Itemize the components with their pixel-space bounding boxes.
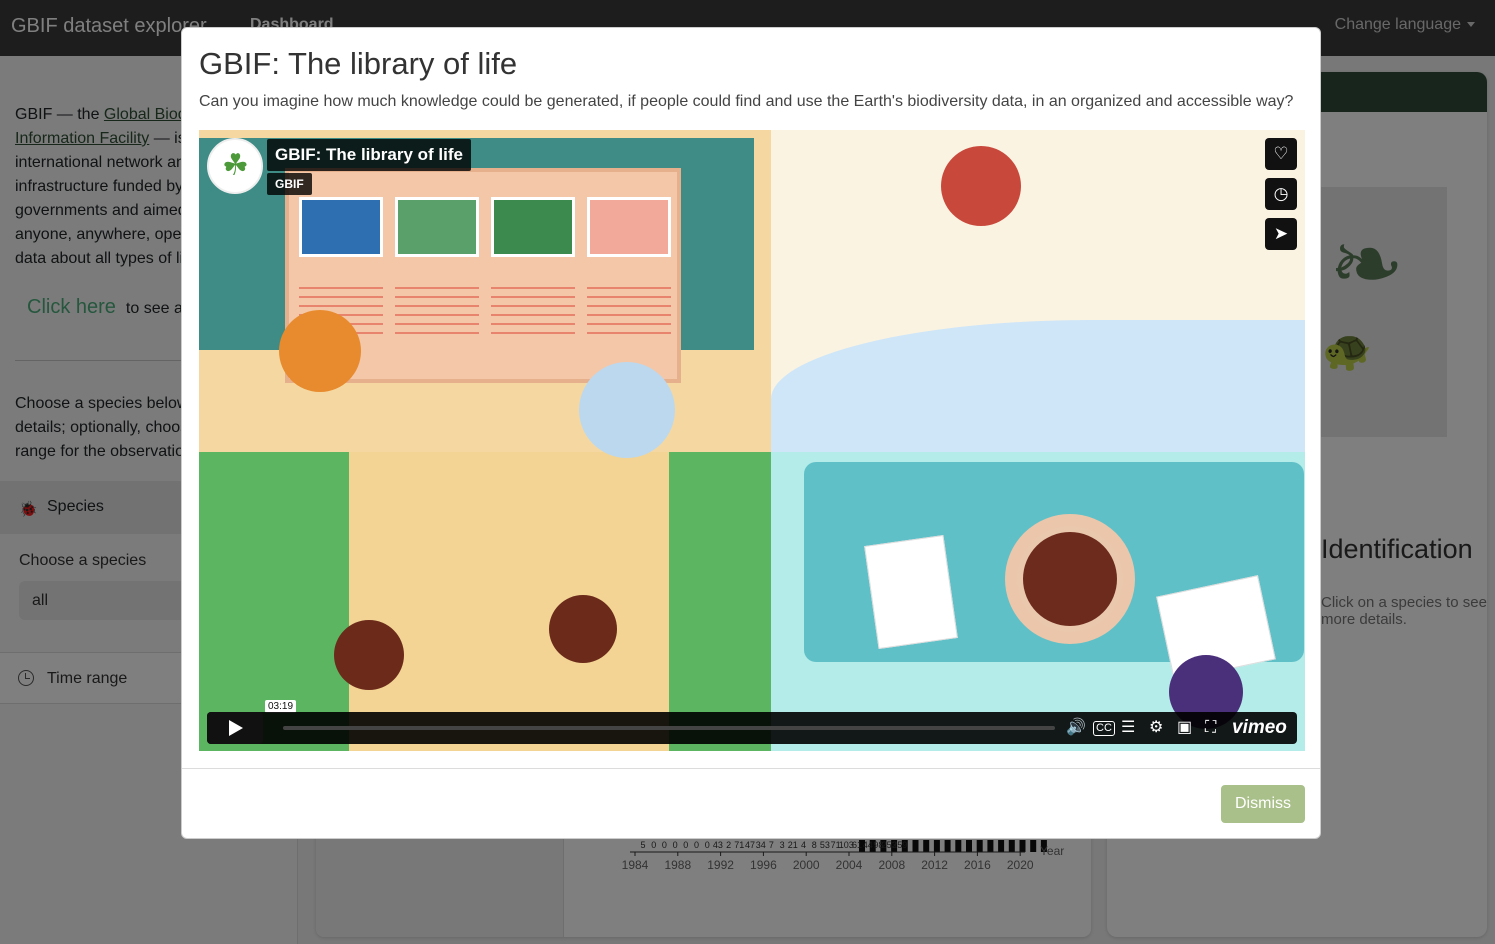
video-controls: 🔊 CC ☰ ⚙ ▣ ⛶ vimeo xyxy=(207,712,1297,744)
gbif-logo[interactable]: ☘ xyxy=(207,138,263,194)
video-grass xyxy=(669,452,771,751)
share-send-icon[interactable]: ➤ xyxy=(1265,218,1297,250)
volume-icon[interactable]: 🔊 xyxy=(1066,718,1086,738)
video-person xyxy=(334,620,404,690)
transcript-icon[interactable]: ☰ xyxy=(1121,718,1135,738)
video-person xyxy=(941,146,1021,226)
intro-modal: GBIF: The library of life Can you imagin… xyxy=(181,27,1321,839)
video-map-text xyxy=(491,280,575,336)
fullscreen-icon[interactable]: ⛶ xyxy=(1205,718,1216,738)
video-byline[interactable]: GBIF xyxy=(267,173,312,195)
video-player[interactable]: ☘ GBIF: The library of life GBIF ♡ ◷ ➤ 0… xyxy=(199,130,1305,751)
watch-later-clock-icon[interactable]: ◷ xyxy=(1265,178,1297,210)
vimeo-logo[interactable]: vimeo xyxy=(1232,717,1287,739)
modal-subtitle: Can you imagine how much knowledge could… xyxy=(199,93,1294,110)
video-map-pic xyxy=(299,197,383,257)
modal-footer-divider xyxy=(182,768,1320,769)
settings-gear-icon[interactable]: ⚙ xyxy=(1149,718,1163,738)
video-person xyxy=(579,362,675,458)
video-map-text xyxy=(587,280,671,336)
play-icon[interactable] xyxy=(207,712,263,744)
leaf-icon: ☘ xyxy=(222,149,249,182)
modal-title: GBIF: The library of life xyxy=(199,46,518,81)
video-progress-bar[interactable] xyxy=(283,726,1055,730)
dismiss-button[interactable]: Dismiss xyxy=(1221,785,1305,823)
captions-icon[interactable]: CC xyxy=(1093,721,1115,736)
video-map-pic xyxy=(587,197,671,257)
video-map-pic xyxy=(395,197,479,257)
video-paper xyxy=(864,534,958,650)
video-person xyxy=(549,595,617,663)
like-heart-icon[interactable]: ♡ xyxy=(1265,138,1297,170)
video-title[interactable]: GBIF: The library of life xyxy=(267,139,471,171)
picture-in-picture-icon[interactable]: ▣ xyxy=(1177,718,1192,738)
video-bowl xyxy=(1005,514,1135,644)
video-person xyxy=(279,310,361,392)
video-map-text xyxy=(395,280,479,336)
video-map-pic xyxy=(491,197,575,257)
